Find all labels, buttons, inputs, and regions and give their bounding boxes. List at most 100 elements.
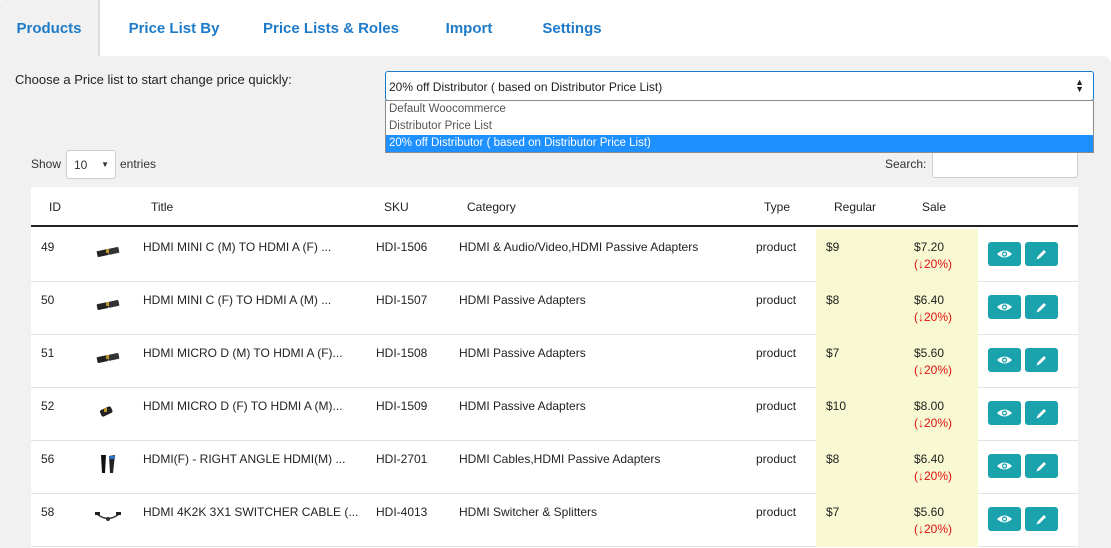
row-discount: (↓20%) [914, 522, 953, 536]
view-button[interactable] [988, 507, 1021, 531]
row-type: product [756, 505, 797, 519]
row-sale-price: $6.40 [914, 293, 945, 307]
entries-length-select[interactable]: 10 ▼ [66, 150, 116, 179]
row-discount: (↓20%) [914, 363, 953, 377]
row-id: 52 [41, 399, 55, 413]
row-title[interactable]: HDMI 4K2K 3X1 SWITCHER CABLE (... [143, 504, 368, 521]
row-sku: HDI-1506 [376, 240, 428, 254]
eye-icon [997, 303, 1012, 311]
pencil-icon [1036, 356, 1046, 366]
edit-button[interactable] [1025, 507, 1058, 531]
row-regular-price: $8 [826, 293, 840, 307]
view-button[interactable] [988, 348, 1021, 372]
pencil-icon [1036, 303, 1046, 313]
row-title[interactable]: HDMI MICRO D (F) TO HDMI A (M)... [143, 398, 368, 415]
row-category: HDMI Switcher & Splitters [459, 505, 598, 519]
entries-label: entries [120, 157, 157, 171]
row-sku: HDI-1508 [376, 346, 428, 360]
price-list-option[interactable]: Default Woocommerce [386, 101, 1093, 118]
table-row: 51 HDMI MICRO D (M) TO HDMI A (F)... HDI… [31, 335, 1078, 388]
row-sku: HDI-1509 [376, 399, 428, 413]
column-header-sale[interactable]: Sale [922, 200, 946, 214]
show-label: Show [31, 157, 62, 171]
edit-button[interactable] [1025, 242, 1058, 266]
row-sale-price: $7.20 [914, 240, 945, 254]
table-row: 58 HDMI 4K2K 3X1 SWITCHER CABLE (... HDI… [31, 494, 1078, 547]
row-id: 56 [41, 452, 55, 466]
row-type: product [756, 346, 797, 360]
tab-settings[interactable]: Settings [538, 0, 606, 56]
products-panel: Choose a Price list to start change pric… [0, 56, 1111, 548]
eye-icon [997, 462, 1012, 470]
view-button[interactable] [988, 454, 1021, 478]
table-header: ID Title SKU Category Type Regular Sale [31, 187, 1078, 227]
row-regular-price: $7 [826, 505, 840, 519]
row-type: product [756, 240, 797, 254]
tab-products[interactable]: Products [0, 0, 100, 56]
caret-down-icon: ▼ [101, 160, 109, 169]
row-sale-price: $8.00 [914, 399, 945, 413]
price-list-select[interactable]: 20% off Distributor ( based on Distribut… [385, 71, 1094, 101]
edit-button[interactable] [1025, 295, 1058, 319]
row-title[interactable]: HDMI(F) - RIGHT ANGLE HDMI(M) ... [143, 451, 368, 468]
search-input[interactable] [932, 150, 1078, 178]
column-header-category[interactable]: Category [467, 200, 516, 214]
row-id: 49 [41, 240, 55, 254]
row-sale-price: $6.40 [914, 452, 945, 466]
eye-icon [997, 356, 1012, 364]
adapter-thumbnail [96, 247, 120, 257]
price-list-option-selected[interactable]: 20% off Distributor ( based on Distribut… [386, 135, 1093, 152]
entries-length-value: 10 [74, 158, 88, 172]
price-list-selected-value: 20% off Distributor ( based on Distribut… [389, 80, 663, 94]
adapter-thumbnail [96, 300, 120, 310]
products-table: ID Title SKU Category Type Regular Sale … [31, 187, 1078, 548]
eye-icon [997, 515, 1012, 523]
tab-import[interactable]: Import [440, 0, 498, 56]
row-discount: (↓20%) [914, 469, 953, 483]
row-category: HDMI Passive Adapters [459, 293, 586, 307]
cable-thumbnail [95, 512, 121, 521]
pencil-icon [1036, 462, 1046, 472]
column-header-sku[interactable]: SKU [384, 200, 409, 214]
tab-price-list-by[interactable]: Price List By [122, 0, 226, 56]
row-discount: (↓20%) [914, 257, 953, 271]
view-button[interactable] [988, 295, 1021, 319]
price-list-label: Choose a Price list to start change pric… [15, 72, 292, 87]
row-title[interactable]: HDMI MINI C (M) TO HDMI A (F) ... [143, 239, 368, 256]
table-row: 50 HDMI MINI C (F) TO HDMI A (M) ... HDI… [31, 282, 1078, 335]
eye-icon [997, 409, 1012, 417]
row-sale-price: $5.60 [914, 505, 945, 519]
column-header-id[interactable]: ID [49, 200, 61, 214]
table-row: 49 HDMI MINI C (M) TO HDMI A (F) ... HDI… [31, 229, 1078, 282]
pencil-icon [1036, 409, 1046, 419]
row-discount: (↓20%) [914, 416, 953, 430]
row-regular-price: $9 [826, 240, 840, 254]
row-id: 50 [41, 293, 55, 307]
edit-button[interactable] [1025, 401, 1058, 425]
tab-price-lists-roles[interactable]: Price Lists & Roles [262, 0, 400, 56]
view-button[interactable] [988, 401, 1021, 425]
edit-button[interactable] [1025, 348, 1058, 372]
row-category: HDMI & Audio/Video,HDMI Passive Adapters [459, 240, 699, 254]
column-header-regular[interactable]: Regular [834, 200, 876, 214]
pencil-icon [1036, 515, 1046, 525]
column-header-type[interactable]: Type [764, 200, 790, 214]
row-regular-price: $8 [826, 452, 840, 466]
row-id: 58 [41, 505, 55, 519]
row-regular-price: $7 [826, 346, 840, 360]
tab-bar: Products Price List By Price Lists & Rol… [0, 0, 1111, 56]
pencil-icon [1036, 250, 1046, 260]
row-type: product [756, 452, 797, 466]
row-sku: HDI-1507 [376, 293, 428, 307]
adapter-thumbnail [96, 353, 120, 363]
edit-button[interactable] [1025, 454, 1058, 478]
search-label: Search: [885, 157, 927, 171]
row-sku: HDI-2701 [376, 452, 428, 466]
price-list-option[interactable]: Distributor Price List [386, 118, 1093, 135]
row-title[interactable]: HDMI MINI C (F) TO HDMI A (M) ... [143, 292, 368, 309]
column-header-title[interactable]: Title [151, 200, 173, 214]
view-button[interactable] [988, 242, 1021, 266]
row-category: HDMI Passive Adapters [459, 399, 586, 413]
right-angle-thumbnail [101, 455, 115, 473]
row-title[interactable]: HDMI MICRO D (M) TO HDMI A (F)... [143, 345, 368, 362]
